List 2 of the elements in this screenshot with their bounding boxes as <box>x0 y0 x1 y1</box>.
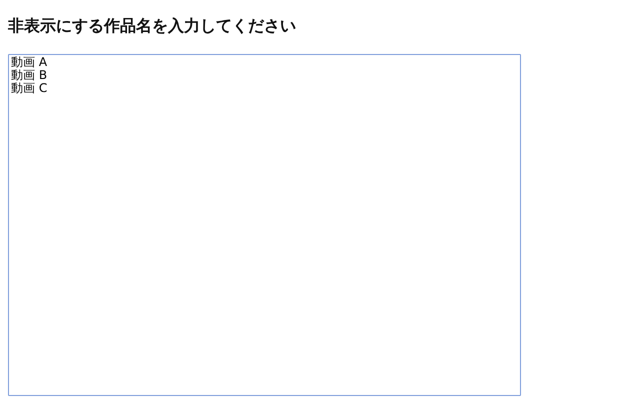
page-heading: 非表示にする作品名を入力してください <box>8 15 297 36</box>
title-input-field[interactable]: 動画 A 動画 B 動画 C <box>8 54 521 396</box>
